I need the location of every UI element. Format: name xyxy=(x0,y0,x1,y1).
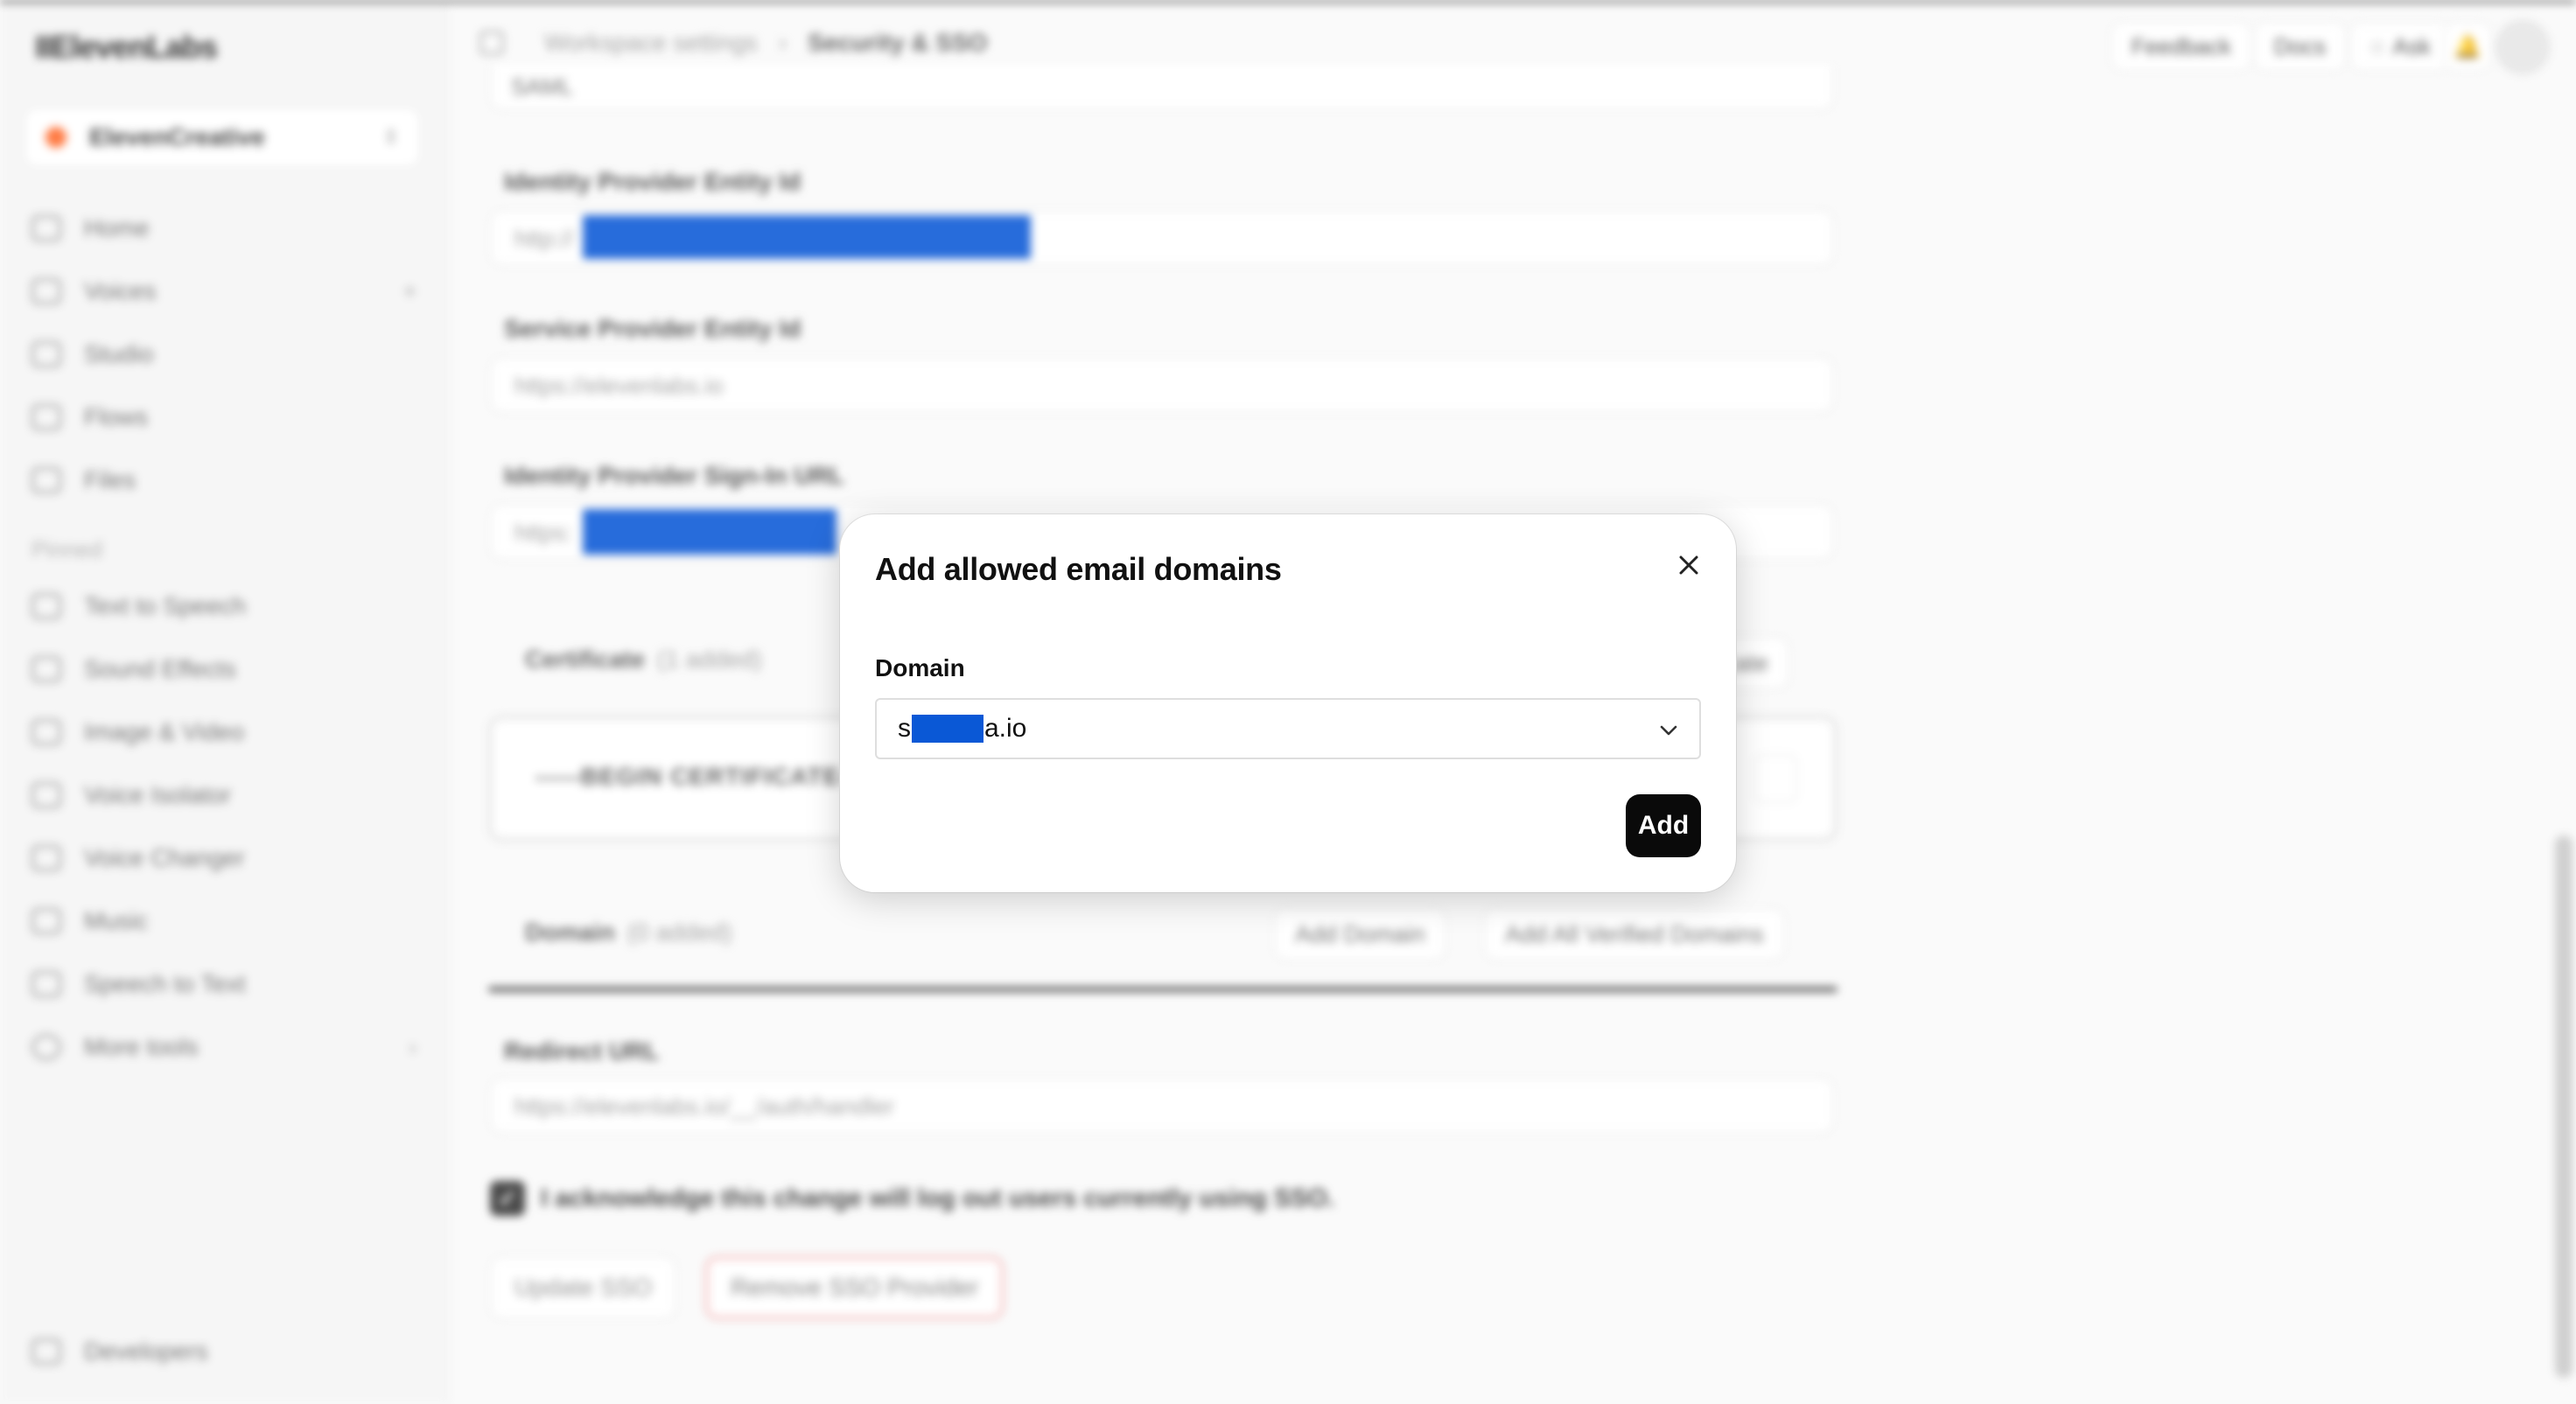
domain-value-prefix: s xyxy=(898,714,911,743)
close-button[interactable] xyxy=(1673,549,1704,581)
chevron-down-icon xyxy=(1660,725,1677,736)
close-icon xyxy=(1679,555,1698,575)
redaction-box xyxy=(912,715,984,743)
domain-select[interactable]: s a.io xyxy=(875,698,1701,759)
add-button[interactable]: Add xyxy=(1626,794,1701,857)
add-email-domains-dialog: Add allowed email domains Domain s a.io A… xyxy=(840,514,1736,892)
domain-value-suffix: a.io xyxy=(984,714,1027,743)
domain-field-label: Domain xyxy=(875,654,965,681)
dialog-title: Add allowed email domains xyxy=(875,551,1282,587)
